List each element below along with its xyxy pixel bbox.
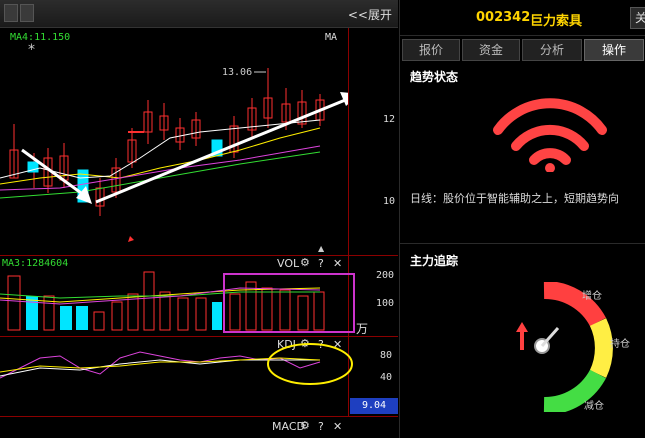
trend-description: 日线：股价位于智能辅助之上，短期趋势向 — [410, 192, 619, 205]
scroll-marker-icon: ▲ — [318, 244, 325, 253]
gauge-label-hold: 持仓 — [610, 339, 630, 350]
kdj-chart[interactable] — [0, 338, 360, 416]
chart-toolbar: <<展开 — [0, 0, 398, 28]
trend-section: 趋势状态 日线：股价位于智能辅助之上，短期趋势向 — [400, 62, 645, 244]
stock-code: 002342 — [476, 10, 531, 25]
volume-tick-100: 100 — [376, 298, 395, 309]
signal-icon — [493, 98, 607, 172]
toolbar-dropdown-button[interactable] — [20, 4, 34, 22]
corner-button[interactable]: 关 — [630, 7, 645, 29]
gauge-label-decrease: 减仓 — [584, 401, 604, 412]
trend-title: 趋势状态 — [410, 70, 459, 84]
up-arrow-icon — [516, 322, 528, 350]
y-tick-12: 12 — [383, 114, 396, 125]
kline-chart[interactable] — [0, 28, 348, 255]
tracking-title: 主力追踪 — [410, 254, 459, 268]
kdj-macd-divider — [0, 416, 398, 417]
tab-analysis[interactable]: 分析 — [522, 39, 582, 61]
kdj-tick-80: 80 — [380, 350, 393, 361]
stock-header: 002342 巨力索具 关 — [400, 0, 645, 36]
volume-tick-200: 200 — [376, 270, 395, 281]
close-icon[interactable]: ✕ — [333, 420, 342, 433]
chart-area[interactable]: <<展开 MA4:11.150 MA * 13.06 12 10 ▲ MA3:1… — [0, 0, 398, 438]
tab-operation[interactable]: 操作 — [584, 39, 644, 61]
help-icon[interactable]: ? — [318, 420, 324, 433]
y-tick-10: 10 — [383, 196, 396, 207]
tracking-section: 主力追踪 增仓 持仓 减仓 — [400, 246, 645, 438]
right-panel: 002342 巨力索具 关 报价 资金 分析 操作 趋势状态 日线：股价位于智能… — [399, 0, 645, 438]
volume-chart[interactable] — [0, 268, 360, 334]
kdj-tick-40: 40 — [380, 372, 393, 383]
gauge-label-increase: 增仓 — [582, 291, 602, 302]
expand-button[interactable]: <<展开 — [348, 6, 392, 23]
kline-volume-divider — [0, 255, 398, 256]
volume-kdj-divider — [0, 336, 398, 337]
stock-name: 巨力索具 — [530, 14, 583, 29]
tab-funds[interactable]: 资金 — [462, 39, 520, 61]
gear-icon[interactable]: ⚙ — [300, 419, 310, 432]
toolbar-button[interactable] — [4, 4, 18, 22]
tab-quote[interactable]: 报价 — [402, 39, 460, 61]
